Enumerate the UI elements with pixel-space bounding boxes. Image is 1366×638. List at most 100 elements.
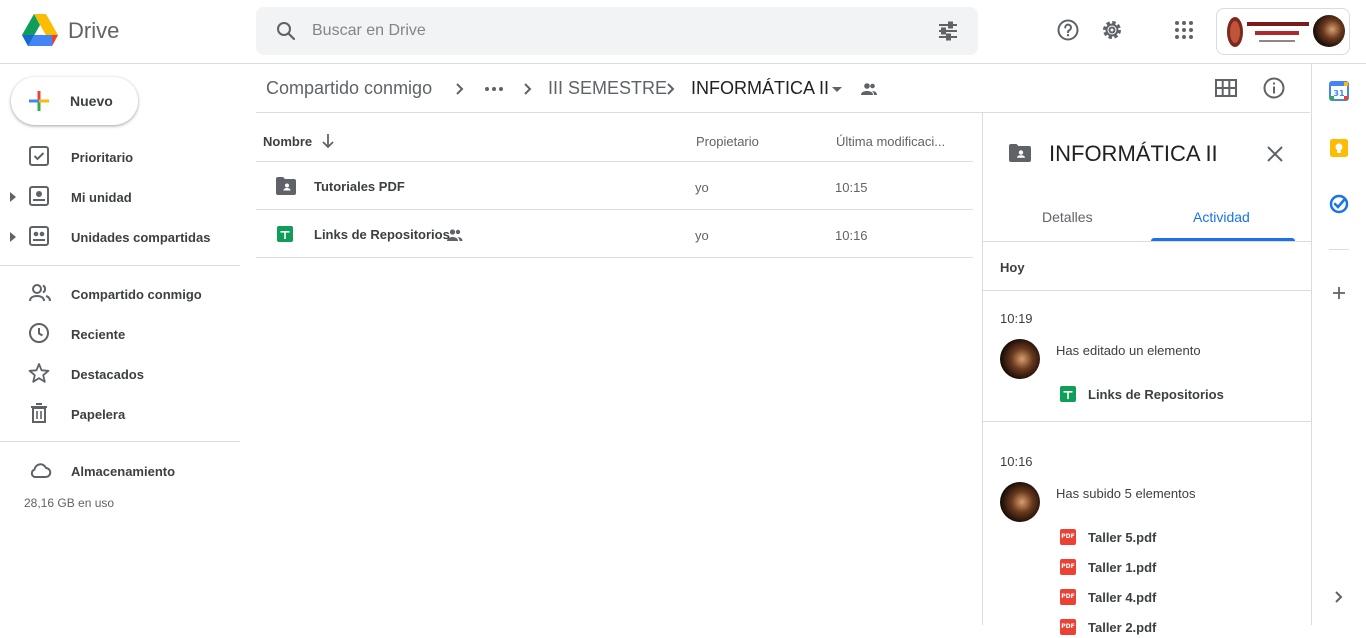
new-button[interactable]: Nuevo <box>11 77 138 125</box>
side-apps-rail: 31 <box>1311 64 1366 625</box>
panel-title: INFORMÁTICA II <box>1049 141 1218 166</box>
avatar <box>1000 482 1040 522</box>
storage-usage-text: 28,16 GB en uso <box>24 496 115 510</box>
keep-icon[interactable] <box>1329 138 1349 158</box>
activity-divider <box>983 421 1311 422</box>
help-icon[interactable] <box>1056 18 1080 42</box>
day-header: Hoy <box>1000 260 1025 275</box>
info-icon[interactable] <box>1262 76 1286 100</box>
activity-description: Has subido 5 elementos <box>1056 486 1196 501</box>
table-row[interactable]: Tutoriales PDF yo 10:15 <box>256 162 973 210</box>
column-header-modified[interactable]: Última modificaci... <box>836 134 945 149</box>
file-owner: yo <box>695 180 709 195</box>
expand-arrow-icon[interactable] <box>10 232 16 242</box>
search-options-icon[interactable] <box>936 19 960 43</box>
clock-icon <box>28 322 50 344</box>
account-switcher[interactable] <box>1216 8 1350 55</box>
activity-file-name: Taller 4.pdf <box>1088 590 1157 605</box>
file-owner: yo <box>695 228 709 243</box>
breadcrumb: Compartido conmigo III SEMESTRE INFORMÁT… <box>256 64 982 112</box>
file-modified: 10:15 <box>835 180 868 195</box>
column-header-name[interactable]: Nombre <box>263 134 312 149</box>
expand-arrow-icon[interactable] <box>10 192 16 202</box>
activity-file-name: Taller 2.pdf <box>1088 620 1157 635</box>
sidebar-item-label: Unidades compartidas <box>71 230 211 245</box>
sidebar-item-label: Papelera <box>71 407 126 422</box>
sidebar-item-shared-with-me[interactable]: Compartido conmigo <box>0 274 240 314</box>
user-avatar[interactable] <box>1313 15 1345 47</box>
sidebar-item-label: Reciente <box>71 327 126 342</box>
trash-icon <box>28 402 50 424</box>
breadcrumb-item-current[interactable]: INFORMÁTICA II <box>691 78 829 99</box>
my-drive-icon <box>28 185 50 207</box>
grid-view-icon[interactable] <box>1214 76 1238 100</box>
shared-with-me-icon <box>28 282 52 304</box>
sidebar-item-label: Almacenamiento <box>71 464 176 479</box>
search-input[interactable] <box>312 17 912 45</box>
file-name: Tutoriales PDF <box>314 179 405 194</box>
sheets-icon <box>277 226 293 242</box>
sidebar-item-starred[interactable]: Destacados <box>0 354 240 394</box>
avatar <box>1000 339 1040 379</box>
tasks-icon[interactable] <box>1329 194 1349 214</box>
sort-arrow-down-icon[interactable] <box>320 132 336 150</box>
activity-file-name: Taller 1.pdf <box>1088 560 1157 575</box>
sidebar-item-shared-drives[interactable]: Unidades compartidas <box>0 217 240 257</box>
sidebar-item-label: Prioritario <box>71 150 134 165</box>
sidebar-item-label: Destacados <box>71 367 144 382</box>
priority-icon <box>28 145 50 167</box>
table-row[interactable]: Links de Repositorios yo 10:16 <box>256 210 973 258</box>
chevron-right-icon <box>520 78 536 100</box>
app-name[interactable]: Drive <box>68 18 119 44</box>
day-divider <box>983 290 1311 291</box>
sidebar-item-priority[interactable]: Prioritario <box>0 137 240 177</box>
svg-text:31: 31 <box>1333 89 1345 98</box>
activity-file-name: Links de Repositorios <box>1088 387 1224 402</box>
sidebar-item-label: Compartido conmigo <box>71 287 202 302</box>
organization-logo <box>1225 15 1313 49</box>
activity-time: 10:19 <box>1000 311 1033 326</box>
dropdown-arrow-icon[interactable] <box>830 78 844 100</box>
settings-icon[interactable] <box>1100 18 1124 42</box>
details-panel: INFORMÁTICA II Detalles Actividad Hoy 10… <box>982 112 1311 635</box>
chevron-right-icon[interactable] <box>1332 588 1346 606</box>
drive-logo[interactable] <box>22 14 58 48</box>
sidebar-item-label: Mi unidad <box>71 190 132 205</box>
breadcrumb-item-shared[interactable]: Compartido conmigo <box>266 78 432 99</box>
chevron-right-icon <box>452 78 468 100</box>
pdf-icon: PDF <box>1060 589 1076 605</box>
plus-icon <box>27 89 51 113</box>
pdf-icon: PDF <box>1060 619 1076 635</box>
cloud-icon <box>28 459 52 481</box>
apps-grid-icon[interactable] <box>1172 18 1196 42</box>
more-horiz-icon[interactable] <box>482 78 506 100</box>
shared-people-icon <box>446 227 464 243</box>
star-icon <box>28 362 50 384</box>
close-icon[interactable] <box>1263 142 1287 166</box>
shared-folder-icon <box>1009 144 1031 162</box>
activity-file-name: Taller 5.pdf <box>1088 530 1157 545</box>
activity-time: 10:16 <box>1000 454 1033 469</box>
sheets-icon <box>1060 386 1076 402</box>
search-bar[interactable] <box>256 7 978 55</box>
sidebar-item-storage[interactable]: Almacenamiento <box>0 451 240 491</box>
file-modified: 10:16 <box>835 228 868 243</box>
sidebar-item-my-drive[interactable]: Mi unidad <box>0 177 240 217</box>
activity-description: Has editado un elemento <box>1056 343 1201 358</box>
sidebar-item-trash[interactable]: Papelera <box>0 394 240 434</box>
add-addon-icon[interactable] <box>1329 283 1349 303</box>
shared-people-icon <box>860 80 878 98</box>
tab-details[interactable]: Detalles <box>1042 209 1093 225</box>
chevron-right-icon <box>663 78 679 100</box>
calendar-icon[interactable]: 31 <box>1329 81 1349 101</box>
rail-divider <box>1329 249 1349 250</box>
shared-folder-icon <box>276 177 296 195</box>
tabs-divider <box>983 241 1311 242</box>
sidebar-item-recent[interactable]: Reciente <box>0 314 240 354</box>
search-icon[interactable] <box>274 19 298 43</box>
breadcrumb-item-semester[interactable]: III SEMESTRE <box>548 78 667 99</box>
tab-activity[interactable]: Actividad <box>1193 209 1250 225</box>
pdf-icon: PDF <box>1060 559 1076 575</box>
shared-drives-icon <box>28 225 50 247</box>
column-header-owner[interactable]: Propietario <box>696 134 759 149</box>
